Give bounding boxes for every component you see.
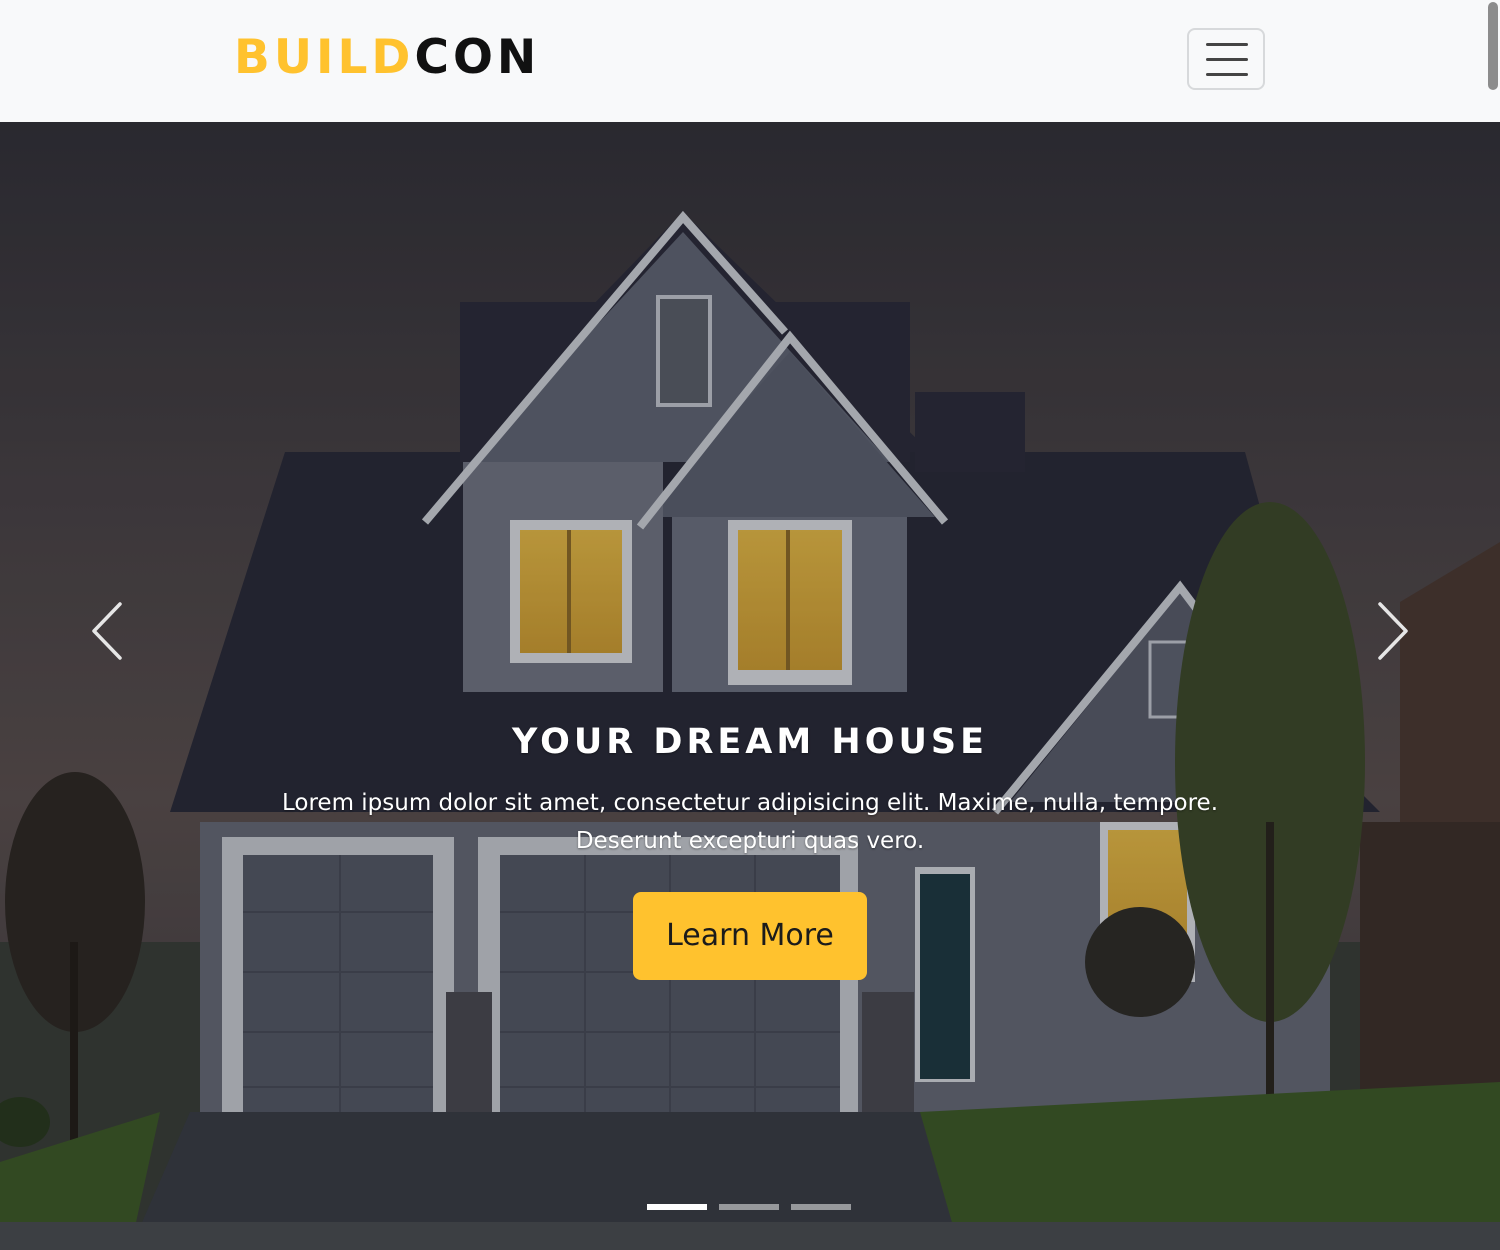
hero-dark-overlay (0, 122, 1500, 1250)
brand-logo[interactable]: BUILDCON (234, 30, 540, 86)
page-scrollbar[interactable] (1486, 0, 1500, 122)
carousel-indicator-1[interactable] (647, 1204, 707, 1210)
slide-text: Lorem ipsum dolor sit amet, consectetur … (281, 790, 1219, 854)
learn-more-button[interactable]: Learn More (633, 892, 867, 980)
chevron-left-icon (92, 602, 122, 660)
carousel-prev-button[interactable] (88, 600, 128, 662)
hero-carousel: YOUR DREAM HOUSE Lorem ipsum dolor sit a… (0, 122, 1500, 1250)
navbar-toggler-button[interactable] (1187, 28, 1265, 90)
scrollbar-thumb[interactable] (1488, 2, 1498, 90)
navbar: BUILDCON (0, 0, 1500, 122)
carousel-next-button[interactable] (1372, 600, 1412, 662)
chevron-right-icon (1378, 602, 1408, 660)
brand-logo-part1: BUILD (234, 30, 415, 85)
carousel-indicator-3[interactable] (791, 1204, 851, 1210)
carousel-indicator-2[interactable] (719, 1204, 779, 1210)
carousel-caption: YOUR DREAM HOUSE Lorem ipsum dolor sit a… (150, 718, 1350, 980)
brand-logo-part2: CON (414, 30, 541, 85)
slide-title: YOUR DREAM HOUSE (511, 722, 988, 762)
carousel-indicators (0, 1204, 1500, 1212)
